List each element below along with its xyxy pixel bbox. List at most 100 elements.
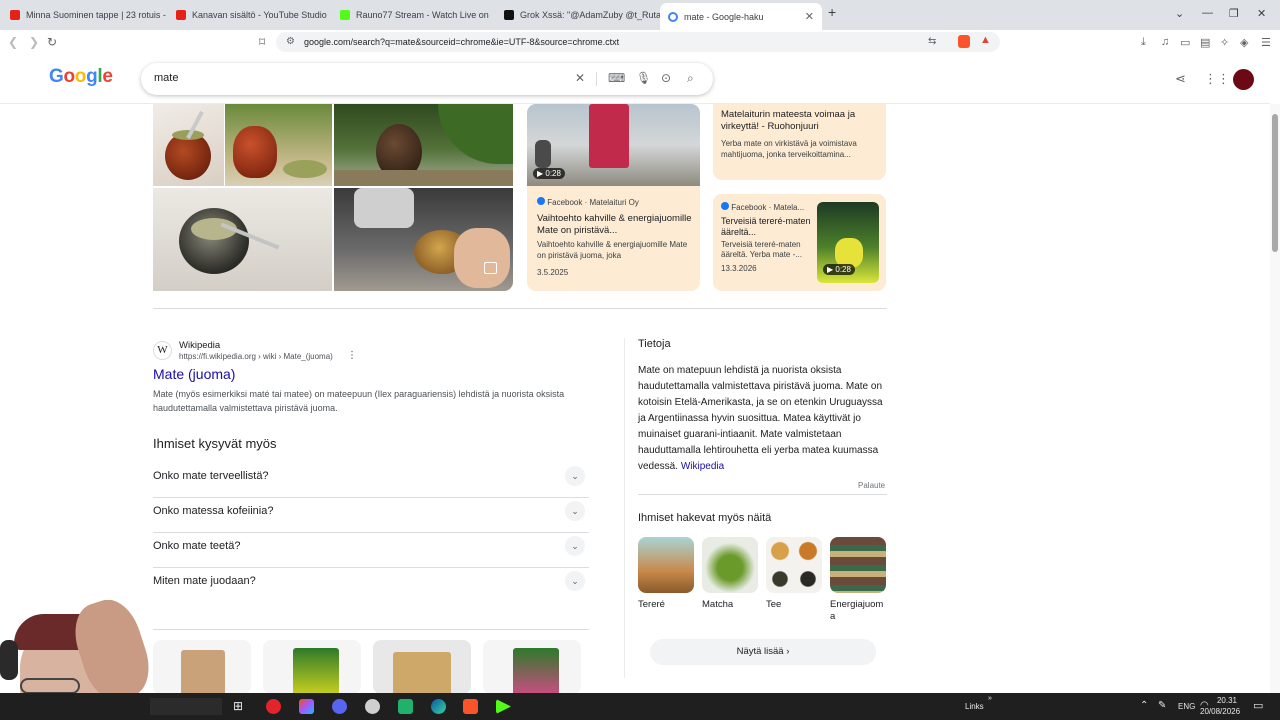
- image-gallery-icon[interactable]: [484, 262, 497, 274]
- matcha-image[interactable]: [702, 537, 758, 593]
- avatar[interactable]: [1233, 69, 1254, 90]
- feedback-link[interactable]: Palaute: [858, 481, 885, 490]
- search-icon[interactable]: ⌕: [687, 71, 694, 86]
- result-site[interactable]: Wikipedia: [179, 340, 220, 351]
- wallet-icon[interactable]: ▤: [1200, 36, 1210, 49]
- apps-grid-icon[interactable]: ⋮⋮: [1204, 71, 1230, 87]
- mate-image[interactable]: [153, 104, 224, 186]
- result-title[interactable]: Mate (juoma): [153, 366, 235, 382]
- brave-rewards-icon[interactable]: ▲: [980, 34, 991, 46]
- people-label[interactable]: Matcha: [702, 599, 762, 611]
- product-image[interactable]: [263, 640, 361, 694]
- browser-tab-active[interactable]: mate - Google-haku ✕: [660, 3, 822, 30]
- divider: [638, 494, 887, 495]
- chevron-down-icon[interactable]: ⌄: [565, 466, 585, 486]
- scrollbar-thumb[interactable]: [1272, 114, 1278, 252]
- search-box[interactable]: mate ✕ ⌨ 🎙 ⊙ ⌕: [141, 63, 713, 95]
- browser-tab[interactable]: Kanavan sisältö - YouTube Studio: [168, 4, 332, 26]
- wikipedia-link[interactable]: Wikipedia: [681, 461, 724, 472]
- sidebar-icon[interactable]: ▭: [1180, 36, 1190, 49]
- restore-icon[interactable]: ❐: [1229, 7, 1239, 20]
- show-more-button[interactable]: Näytä lisää ›: [650, 639, 876, 665]
- download-icon[interactable]: ⤓: [1141, 36, 1146, 49]
- more-options-icon[interactable]: ⋮: [347, 350, 357, 361]
- site-info-icon[interactable]: ⚙: [286, 36, 295, 47]
- mate-image[interactable]: [225, 104, 332, 186]
- notification-icon[interactable]: ▭: [1253, 699, 1263, 712]
- reload-icon[interactable]: ↻: [47, 35, 57, 49]
- product-image[interactable]: [483, 640, 581, 694]
- minimize-icon[interactable]: —: [1202, 7, 1213, 19]
- share-icon[interactable]: ⋖: [1175, 71, 1186, 87]
- forward-icon[interactable]: ❯: [29, 35, 39, 49]
- task-view-icon[interactable]: ⊞: [233, 699, 243, 713]
- tab-search-icon[interactable]: ⌄: [1175, 7, 1184, 20]
- app-icon[interactable]: [365, 699, 380, 714]
- people-label[interactable]: Energiajuoma: [830, 599, 888, 623]
- expand-icon[interactable]: »: [988, 695, 992, 702]
- kick-icon[interactable]: [496, 699, 511, 714]
- brave-shield-icon[interactable]: [958, 35, 970, 48]
- text-result-card[interactable]: Matelaiturin mateesta voimaa ja virkeytt…: [713, 104, 886, 180]
- browser-tab[interactable]: Minna Suominen tappe | 23 rotuis - H: [2, 4, 166, 26]
- product-image[interactable]: [373, 640, 471, 694]
- pen-icon[interactable]: ✎: [1158, 700, 1166, 711]
- edge-icon[interactable]: [431, 699, 446, 714]
- scrollbar[interactable]: [1270, 104, 1280, 693]
- video-thumbnail[interactable]: ▶ 0:28: [817, 202, 879, 283]
- lens-icon[interactable]: ⊙: [661, 71, 671, 85]
- chevron-down-icon[interactable]: ⌄: [565, 501, 585, 521]
- mate-image[interactable]: [334, 188, 513, 291]
- language-indicator[interactable]: ENG: [1178, 702, 1195, 711]
- browser-tab[interactable]: Grok Xssä: "@AdamZuby @t_Ruta: [496, 4, 660, 26]
- paa-question[interactable]: Onko matessa kofeiinia? ⌄: [153, 498, 589, 533]
- address-bar[interactable]: ⚙ google.com/search?q=mate&sourceid=chro…: [276, 32, 1000, 52]
- paa-question[interactable]: Onko mate teetä? ⌄: [153, 533, 589, 568]
- opera-icon[interactable]: [266, 699, 281, 714]
- video-result-card[interactable]: ▶ 0:28 Facebook · Matelaituri Oy Vaihtoe…: [527, 104, 700, 291]
- mate-image[interactable]: [153, 188, 332, 291]
- video-result-card[interactable]: Facebook · Matela... Terveisiä tereré-ma…: [713, 194, 886, 291]
- clock-time[interactable]: 20.31: [1212, 696, 1242, 705]
- clock-date[interactable]: 20/08/2026: [1200, 707, 1240, 716]
- google-logo[interactable]: Google: [49, 66, 113, 88]
- taskbar-search[interactable]: [150, 698, 222, 715]
- tea-image[interactable]: [766, 537, 822, 593]
- vpn-icon[interactable]: ◈: [1240, 36, 1248, 49]
- media-icon[interactable]: ♫: [1161, 36, 1169, 48]
- people-label[interactable]: Tereré: [638, 599, 698, 611]
- mate-image[interactable]: [334, 104, 513, 186]
- video-thumbnail[interactable]: ▶ 0:28: [527, 104, 700, 186]
- tray-chevron-icon[interactable]: ⌃: [1140, 700, 1148, 711]
- paa-question[interactable]: Miten mate juodaan? ⌄: [153, 568, 589, 603]
- people-label[interactable]: Tee: [766, 599, 826, 611]
- terere-image[interactable]: [638, 537, 694, 593]
- links-toolbar[interactable]: Links: [965, 702, 984, 711]
- chevron-down-icon[interactable]: ⌄: [565, 571, 585, 591]
- extensions-icon[interactable]: ✧: [1220, 36, 1229, 49]
- product-image[interactable]: [153, 640, 251, 694]
- clear-icon[interactable]: ✕: [575, 71, 585, 85]
- new-tab-icon[interactable]: +: [828, 4, 836, 20]
- translate-icon[interactable]: ⇆: [928, 36, 936, 47]
- discord-icon[interactable]: [332, 699, 347, 714]
- video-title[interactable]: Vaihtoehto kahville & energiajuomille Ma…: [537, 213, 693, 237]
- bookmark-icon[interactable]: ⌑: [259, 35, 265, 49]
- video-title[interactable]: Terveisiä tereré-maten ääreltä...: [721, 216, 819, 238]
- card-title[interactable]: Matelaiturin mateesta voimaa ja virkeytt…: [721, 109, 879, 133]
- result-url[interactable]: https://fi.wikipedia.org › wiki › Mate_(…: [179, 352, 333, 361]
- chevron-down-icon[interactable]: ⌄: [565, 536, 585, 556]
- energy-drink-image[interactable]: [830, 537, 886, 593]
- search-input[interactable]: mate: [154, 72, 178, 84]
- close-window-icon[interactable]: ✕: [1257, 7, 1266, 20]
- back-icon[interactable]: ❮: [8, 35, 18, 49]
- paa-question[interactable]: Onko mate terveellistä? ⌄: [153, 463, 589, 498]
- app-icon[interactable]: [398, 699, 413, 714]
- browser-tab[interactable]: Rauno77 Stream - Watch Live on: [332, 4, 496, 26]
- microphone-icon[interactable]: 🎙: [636, 71, 651, 85]
- brave-icon[interactable]: [463, 699, 478, 714]
- keyboard-icon[interactable]: ⌨: [608, 71, 625, 85]
- close-tab-icon[interactable]: ✕: [805, 10, 814, 23]
- menu-icon[interactable]: ☰: [1261, 36, 1271, 49]
- figma-icon[interactable]: [299, 699, 314, 714]
